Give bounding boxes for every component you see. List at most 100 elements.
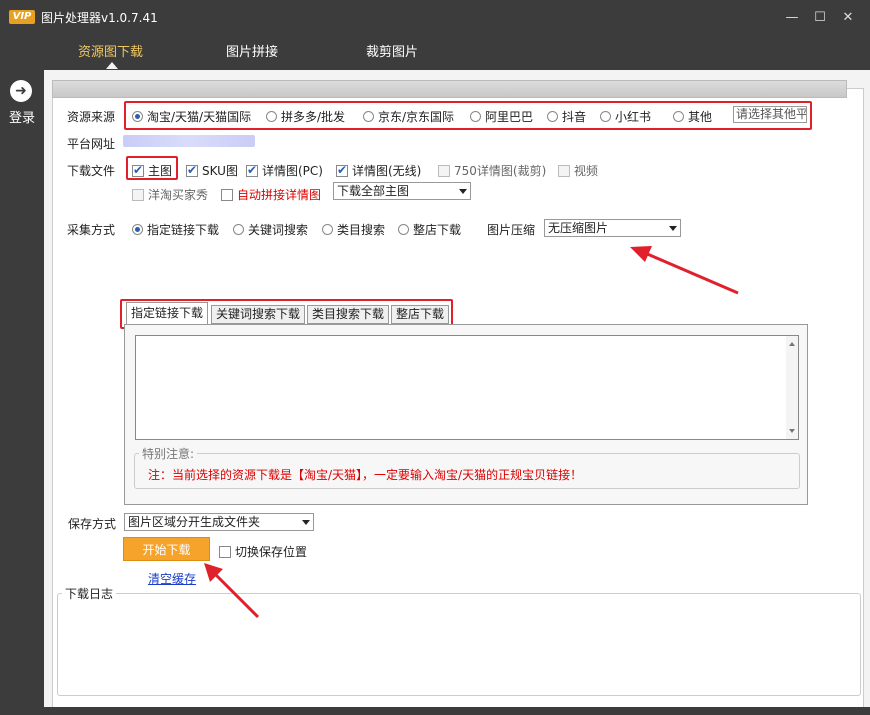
url-display-bar (52, 80, 847, 98)
link-input-textarea[interactable] (135, 335, 799, 440)
vip-badge: VIP (9, 10, 35, 24)
scroll-up-icon[interactable] (789, 342, 795, 346)
save-method-select-value: 图片区域分开生成文件夹 (128, 515, 261, 529)
radio-dot (233, 224, 244, 235)
login-label[interactable]: 登录 (9, 107, 35, 126)
collect-method-label: 采集方式 (67, 223, 116, 237)
active-tab-indicator (106, 62, 118, 69)
source-option-pinduoduo[interactable]: 拼多多/批发 (266, 108, 345, 125)
start-download-button[interactable]: 开始下载 (123, 537, 210, 561)
tab-resource-download[interactable]: 资源图下载 (78, 41, 143, 60)
checkbox-box (132, 163, 144, 177)
radio-dot (132, 224, 143, 235)
download-log-box (57, 593, 861, 696)
other-platform-input[interactable]: 请选择其他平 (733, 106, 807, 123)
checkbox-switch-save-location[interactable]: 切换保存位置 (219, 543, 307, 560)
platform-url-link[interactable] (123, 135, 255, 147)
checkbox-box (438, 164, 450, 177)
checkbox-label: 详情图(无线) (352, 164, 422, 178)
app-title: 图片处理器v1.0.7.41 (41, 11, 158, 25)
notice-legend: 特别注意: (139, 445, 198, 462)
tab-image-stitch[interactable]: 图片拼接 (226, 41, 278, 60)
radio-dot (363, 111, 374, 122)
checkbox-label: SKU图 (202, 164, 238, 178)
collect-option-store[interactable]: 整店下载 (398, 221, 461, 238)
checkbox-label: 视频 (574, 164, 599, 178)
radio-label: 类目搜索 (337, 223, 386, 237)
chevron-down-icon (459, 189, 467, 194)
collect-option-category[interactable]: 类目搜索 (322, 221, 385, 238)
compress-label: 图片压缩 (487, 223, 536, 237)
top-tab-bar: 资源图下载 图片拼接 裁剪图片 (0, 36, 870, 70)
source-label: 资源来源 (67, 110, 116, 124)
source-option-douyin[interactable]: 抖音 (547, 108, 586, 125)
checkbox-label: 详情图(PC) (262, 164, 323, 178)
radio-label: 其他 (688, 110, 713, 124)
compress-select-value: 无压缩图片 (548, 221, 609, 235)
radio-dot (266, 111, 277, 122)
compress-select[interactable]: 无压缩图片 (544, 219, 681, 237)
radio-label: 淘宝/天猫/天猫国际 (147, 110, 252, 124)
maximize-button[interactable]: ☐ (809, 8, 831, 28)
checkbox-box (246, 163, 258, 177)
radio-dot (132, 111, 143, 122)
radio-dot (322, 224, 333, 235)
title-bar: VIP 图片处理器v1.0.7.41 — ☐ ✕ (0, 0, 870, 36)
chevron-down-icon (669, 226, 677, 231)
radio-dot (398, 224, 409, 235)
radio-label: 指定链接下载 (147, 223, 220, 237)
checkbox-main-image[interactable]: 主图 (132, 162, 172, 179)
checkbox-box (558, 164, 570, 177)
source-option-alibaba[interactable]: 阿里巴巴 (470, 108, 533, 125)
source-option-xiaohongshu[interactable]: 小红书 (600, 108, 651, 125)
checkbox-auto-stitch[interactable]: 自动拼接详情图 (221, 186, 321, 203)
notice-text: 注：当前选择的资源下载是【淘宝/天猫】，一定要输入淘宝/天猫的正规宝贝链接！ (148, 468, 583, 482)
main-image-select-value: 下载全部主图 (337, 184, 410, 198)
checkbox-box (186, 163, 198, 177)
bottom-border (44, 707, 870, 715)
radio-label: 小红书 (615, 110, 652, 124)
close-button[interactable]: ✕ (837, 8, 859, 28)
source-option-jd[interactable]: 京东/京东国际 (363, 108, 454, 125)
scroll-down-icon[interactable] (789, 429, 795, 433)
login-arrow-icon[interactable]: ➜ (10, 80, 32, 102)
checkbox-label: 自动拼接详情图 (237, 188, 322, 202)
checkbox-box (336, 163, 348, 177)
scrollbar[interactable] (786, 336, 798, 439)
collect-option-keyword[interactable]: 关键词搜索 (233, 221, 308, 238)
checkbox-detail-pc[interactable]: 详情图(PC) (246, 162, 323, 179)
save-method-label: 保存方式 (68, 517, 117, 531)
radio-dot (470, 111, 481, 122)
radio-label: 拼多多/批发 (281, 110, 346, 124)
checkbox-label: 主图 (148, 164, 173, 178)
minimize-button[interactable]: — (781, 8, 803, 28)
radio-label: 阿里巴巴 (485, 110, 534, 124)
source-option-taobao[interactable]: 淘宝/天猫/天猫国际 (132, 108, 251, 125)
radio-label: 关键词搜索 (248, 223, 309, 237)
radio-label: 抖音 (562, 110, 587, 124)
checkbox-box (219, 545, 231, 558)
collect-option-link[interactable]: 指定链接下载 (132, 221, 219, 238)
platform-url-label: 平台网址 (67, 137, 116, 151)
checkbox-box (132, 188, 144, 201)
clear-cache-link[interactable]: 清空缓存 (148, 570, 196, 587)
main-image-select[interactable]: 下载全部主图 (333, 182, 471, 200)
checkbox-box (221, 188, 233, 201)
checkbox-label: 切换保存位置 (235, 545, 308, 559)
tab-crop-image[interactable]: 裁剪图片 (366, 41, 418, 60)
download-files-label: 下载文件 (67, 164, 116, 178)
radio-dot (547, 111, 558, 122)
save-method-select[interactable]: 图片区域分开生成文件夹 (124, 513, 314, 531)
checkbox-750-detail[interactable]: 750详情图(裁剪) (438, 162, 546, 179)
download-log-legend: 下载日志 (62, 585, 117, 602)
checkbox-buyer-show[interactable]: 洋淘买家秀 (132, 186, 208, 203)
checkbox-video[interactable]: 视频 (558, 162, 598, 179)
checkbox-label: 洋淘买家秀 (148, 188, 209, 202)
radio-label: 京东/京东国际 (378, 110, 455, 124)
chevron-down-icon (302, 520, 310, 525)
radio-dot (600, 111, 611, 122)
checkbox-label: 750详情图(裁剪) (454, 164, 547, 178)
checkbox-detail-mobile[interactable]: 详情图(无线) (336, 162, 421, 179)
checkbox-sku-image[interactable]: SKU图 (186, 162, 238, 179)
source-option-other[interactable]: 其他 (673, 108, 712, 125)
